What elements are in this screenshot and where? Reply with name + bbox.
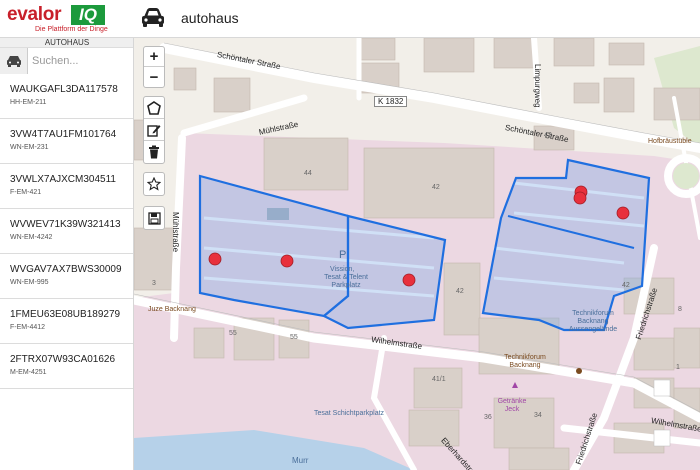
map-base <box>134 38 700 470</box>
vehicle-plate: WN-EM-4242 <box>10 234 53 241</box>
schichtparkplatz-label: Tesat Schichtparkplatz <box>314 410 385 417</box>
edit-icon[interactable] <box>144 119 164 141</box>
search-row <box>0 48 133 74</box>
house-number: 55 <box>229 330 237 337</box>
house-number: 8 <box>678 306 682 313</box>
house-number: 36 <box>484 414 492 421</box>
vehicle-list-item[interactable]: WVWEV71K39W321413 WN-EM-4242 <box>0 209 133 254</box>
car-icon[interactable] <box>140 6 166 30</box>
vehicle-list-item[interactable]: WVGAV7AX7BWS30009 WN-EM-995 <box>0 254 133 299</box>
house-number: 42 <box>456 288 464 295</box>
favorite-control <box>143 172 165 196</box>
parking-prefix-label: Vission, <box>330 266 355 273</box>
logo-iq: IQ <box>71 5 105 25</box>
evalor-logo[interactable]: evalor IQ Die Plattform der Dinge <box>7 4 127 34</box>
save-icon[interactable] <box>144 207 164 229</box>
vehicle-list-item[interactable]: 1FMEU63E08UB189279 F-EM-4412 <box>0 299 133 344</box>
vehicle-list-item[interactable]: 3VWLX7AJXCM304511 F-EM-421 <box>0 164 133 209</box>
vehicle-plate: M-EM-4251 <box>10 369 47 376</box>
street-label: Murr <box>292 456 309 465</box>
street-label: Mühlstraße <box>171 212 180 253</box>
getraenke-label: Getränke Jeck <box>497 398 527 413</box>
vehicle-vin: WVWEV71K39W321413 <box>10 219 121 230</box>
draw-toolbar <box>143 96 165 164</box>
parking-sign: P <box>339 249 347 261</box>
technikforum-aussen-label: Technikforum Backnang Aussengelände <box>568 310 618 333</box>
vehicle-vin: WAUKGAFL3DA117578 <box>10 84 118 95</box>
vehicle-vin: 2FTRX07W93CA01626 <box>10 354 116 365</box>
house-number: 42 <box>432 184 440 191</box>
vehicle-list-item[interactable]: WAUKGAFL3DA117578 HH-EM-211 <box>0 74 133 119</box>
vehicle-plate: WN-EM-995 <box>10 279 49 286</box>
house-number: 34 <box>534 412 542 419</box>
vehicle-list-item[interactable]: 3VW4T7AU1FM101764 WN-EM-231 <box>0 119 133 164</box>
house-number: 42 <box>622 282 630 289</box>
zoom-control: + − <box>143 46 165 88</box>
vehicle-vin: 1FMEU63E08UB189279 <box>10 309 121 320</box>
logo-tagline: Die Plattform der Dinge <box>35 26 108 33</box>
page-title: autohaus <box>181 10 239 26</box>
map-view[interactable]: Schöntaler Straße Schöntaler Straße K 18… <box>134 38 700 470</box>
vehicle-plate: HH-EM-211 <box>10 99 47 106</box>
hofbraeu-label: Hofbräustüble <box>648 138 692 145</box>
house-number: 41/1 <box>432 376 446 383</box>
technikforum-label: Technikforum Backnang <box>504 354 546 369</box>
zoom-in-button[interactable]: + <box>144 47 164 67</box>
house-number: 55 <box>290 334 298 341</box>
vehicle-list: WAUKGAFL3DA117578 HH-EM-211 3VW4T7AU1FM1… <box>0 74 133 389</box>
house-number: 3 <box>152 280 156 287</box>
logo-word: evalor <box>7 4 62 25</box>
vehicle-plate: F-EM-4412 <box>10 324 46 331</box>
vehicle-vin: 3VW4T7AU1FM101764 <box>10 129 117 140</box>
vehicle-vin: 3VWLX7AJXCM304511 <box>10 174 116 185</box>
app-header: evalor IQ Die Plattform der Dinge autoha… <box>0 0 700 38</box>
house-number: 1 <box>676 364 680 371</box>
save-control <box>143 206 165 230</box>
vehicle-plate: F-EM-421 <box>10 189 42 196</box>
search-car-icon[interactable] <box>0 48 28 74</box>
vehicle-vin: WVGAV7AX7BWS30009 <box>10 264 122 275</box>
trash-icon[interactable] <box>144 141 164 163</box>
sidebar-heading: AUTOHAUS <box>0 38 133 48</box>
vehicle-plate: WN-EM-231 <box>10 144 49 151</box>
star-icon[interactable] <box>144 173 164 195</box>
house-number: 44 <box>304 170 312 177</box>
house-number: 42 <box>544 132 552 139</box>
search-input[interactable] <box>28 48 133 74</box>
street-label: Limpurgweg <box>533 64 542 108</box>
street-label: K 1832 <box>374 96 408 107</box>
vehicle-list-item[interactable]: 2FTRX07W93CA01626 M-EM-4251 <box>0 344 133 389</box>
sidebar: AUTOHAUS WAUKGAFL3DA117578 HH-EM-211 3VW… <box>0 38 134 470</box>
juze-label: Juze Backnang <box>148 306 196 313</box>
parking-label: Tesat & Telent Parkplatz <box>324 274 368 289</box>
zoom-out-button[interactable]: − <box>144 67 164 87</box>
polygon-icon[interactable] <box>144 97 164 119</box>
